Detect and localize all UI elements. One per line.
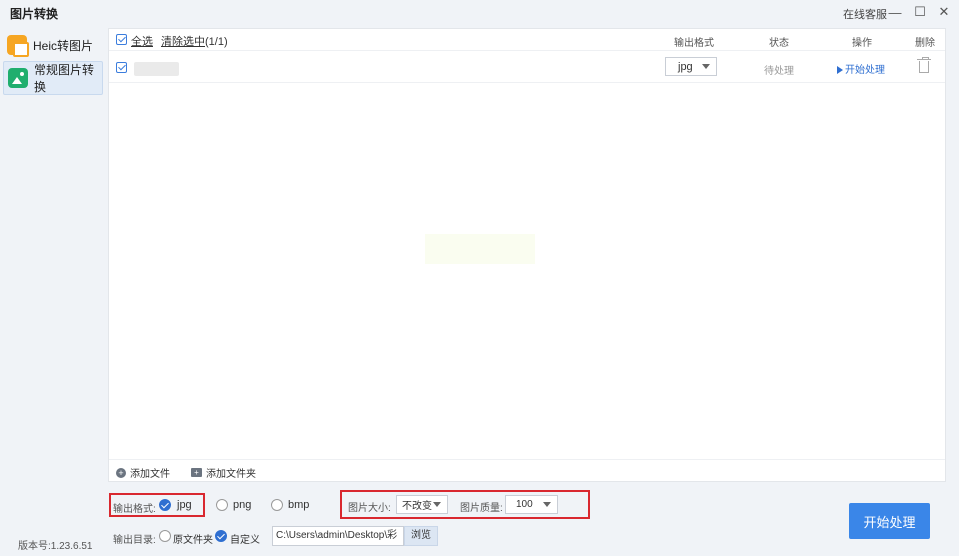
row-start-label: 开始处理 [845, 65, 885, 76]
version-label: 版本号:1.23.6.51 [18, 541, 93, 552]
sidebar-item-label: 常规图片转换 [34, 63, 95, 94]
add-folder-button[interactable]: + 添加文件夹 [191, 465, 256, 480]
add-file-label: 添加文件 [130, 469, 170, 480]
format-label-bmp: bmp [288, 499, 310, 511]
close-button[interactable]: ✕ [934, 2, 954, 22]
chevron-down-icon [702, 64, 710, 69]
row-format-select[interactable]: jpg [665, 57, 717, 76]
select-all-checkbox[interactable] [116, 34, 127, 45]
row-checkbox[interactable] [116, 62, 127, 73]
output-path-input[interactable]: C:\Users\admin\Desktop\彩 [272, 526, 404, 546]
app-title: 图片转换 [10, 7, 59, 21]
list-header: 全选 清除选中(1/1) 输出格式 状态 操作 删除 [109, 29, 945, 51]
selection-count: (1/1) [205, 36, 228, 48]
clear-selection-label: 清除选中 [161, 36, 205, 48]
clear-selection-link[interactable]: 清除选中(1/1) [161, 33, 228, 49]
format-radio-png[interactable] [216, 499, 228, 511]
file-thumbnail [134, 62, 179, 76]
sidebar-item-normal-convert[interactable]: 常规图片转换 [3, 61, 103, 95]
column-header-status: 状态 [769, 38, 789, 49]
row-start-button[interactable]: 开始处理 [837, 61, 885, 76]
play-icon [837, 66, 843, 74]
trash-icon[interactable] [917, 57, 931, 73]
sidebar-item-label: Heic转图片 [33, 38, 94, 53]
output-dir-label: 输出目录: [113, 535, 156, 546]
title-bar: 图片转换 在线客服 — ☐ ✕ [0, 0, 959, 24]
sidebar-item-heic[interactable]: Heic转图片 [3, 28, 103, 62]
browse-button[interactable]: 浏览 [404, 526, 438, 546]
list-footer: + 添加文件 + 添加文件夹 [109, 459, 945, 481]
sidebar: Heic转图片 常规图片转换 [0, 24, 106, 556]
select-all-link[interactable]: 全选 [131, 33, 153, 49]
plus-circle-icon: + [116, 467, 126, 478]
dir-radio-original[interactable] [159, 530, 171, 542]
online-support-link[interactable]: 在线客服 [843, 6, 887, 22]
dir-label-original: 原文件夹 [173, 535, 213, 546]
size-quality-highlight-box [340, 490, 590, 519]
column-header-delete: 删除 [915, 38, 935, 49]
row-status: 待处理 [764, 66, 794, 77]
start-processing-button[interactable]: 开始处理 [849, 503, 930, 539]
column-header-action: 操作 [852, 38, 872, 49]
column-header-format: 输出格式 [674, 38, 714, 49]
heic-image-icon [7, 35, 29, 57]
format-label-png: png [233, 499, 252, 511]
row-format-value: jpg [678, 60, 693, 73]
dir-radio-custom[interactable] [215, 530, 227, 542]
dir-label-custom: 自定义 [230, 535, 260, 546]
minimize-button[interactable]: — [885, 2, 905, 22]
format-highlight-box [109, 493, 205, 517]
file-list-panel: 全选 清除选中(1/1) 输出格式 状态 操作 删除 jpg 待处理 开始处理 … [108, 28, 946, 482]
add-folder-icon: + [191, 468, 202, 477]
faded-watermark [425, 234, 535, 264]
table-row: jpg 待处理 开始处理 [109, 51, 945, 83]
format-radio-bmp[interactable] [271, 499, 283, 511]
add-folder-label: 添加文件夹 [206, 469, 256, 480]
add-file-button[interactable]: + 添加文件 [116, 465, 170, 480]
image-convert-icon [8, 68, 28, 88]
maximize-button[interactable]: ☐ [910, 2, 930, 22]
